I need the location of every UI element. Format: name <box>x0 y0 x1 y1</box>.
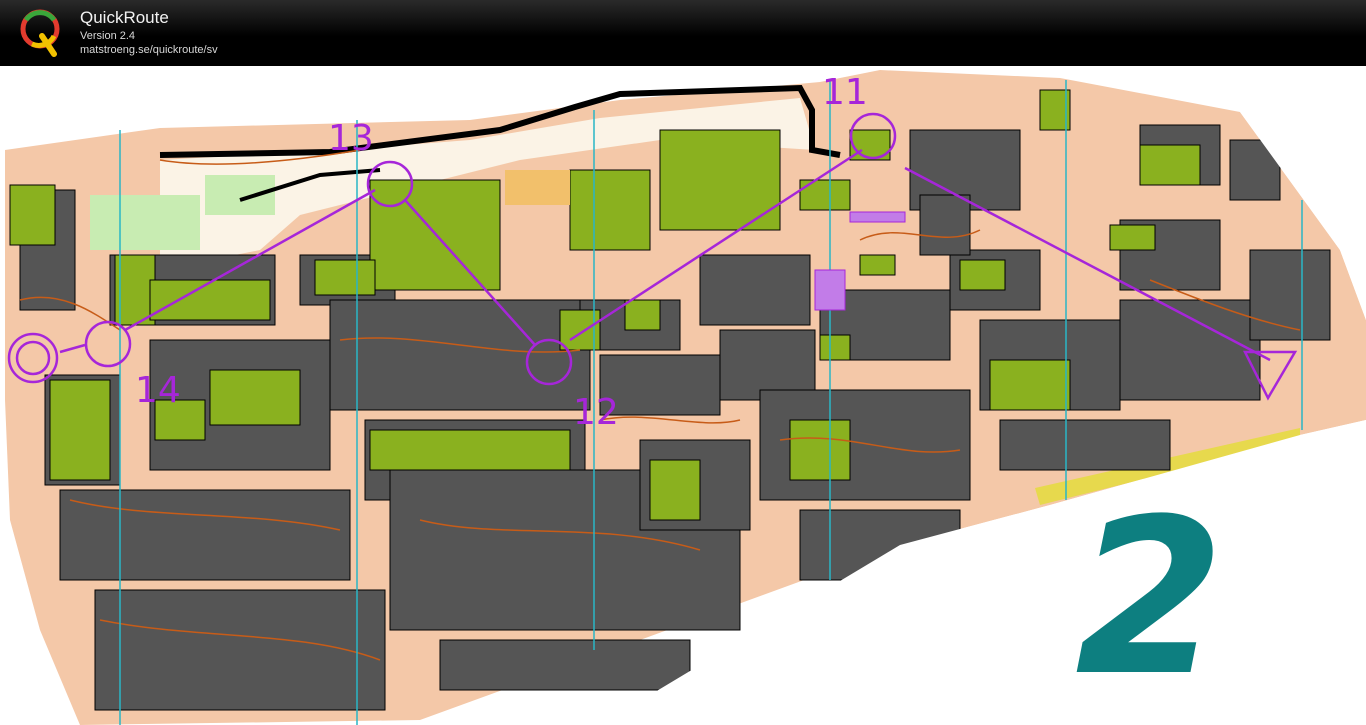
control-label-14: 14 <box>135 370 181 411</box>
orienteering-map[interactable]: 11 12 13 14 2 <box>0 66 1366 725</box>
quickroute-logo-icon <box>20 9 60 57</box>
map-forbidden-strip <box>849 211 906 223</box>
map-canvas[interactable]: 11 12 13 14 2 <box>0 66 1366 725</box>
app-url[interactable]: matstroeng.se/quickroute/sv <box>80 44 218 56</box>
control-label-12: 12 <box>573 392 619 433</box>
app-version: Version 2.4 <box>80 30 136 42</box>
map-rough-open <box>505 170 570 205</box>
app-name: QuickRoute <box>80 8 169 27</box>
map-number: 2 <box>1075 472 1225 723</box>
title-bar: QuickRoute Version 2.4 matstroeng.se/qui… <box>0 0 1366 66</box>
control-label-11: 11 <box>822 72 868 113</box>
map-forbidden-area <box>814 269 846 311</box>
control-label-13: 13 <box>328 118 374 159</box>
